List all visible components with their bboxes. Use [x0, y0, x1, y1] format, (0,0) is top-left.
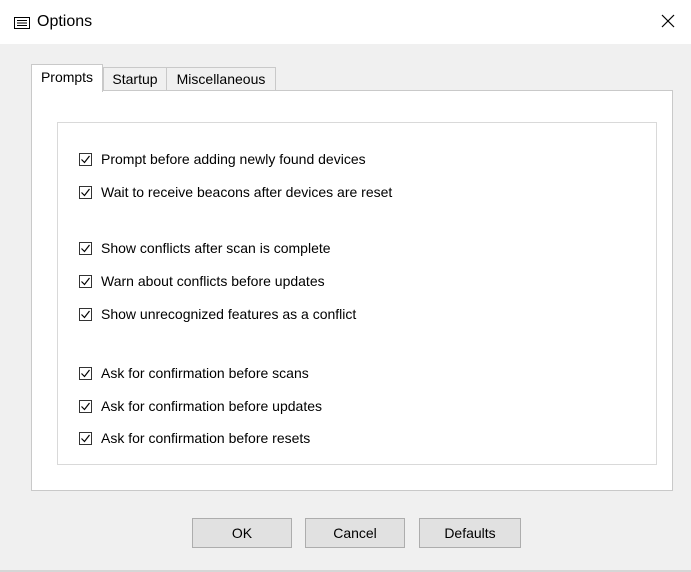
checkbox-label: Prompt before adding newly found devices	[101, 151, 366, 167]
ok-button[interactable]: OK	[192, 518, 292, 548]
title-bar: Options	[0, 0, 691, 44]
tab-label: Startup	[112, 71, 158, 87]
window-title: Options	[37, 13, 93, 30]
option-warn-conflicts[interactable]: Warn about conflicts before updates	[79, 271, 325, 291]
tab-label: Prompts	[40, 69, 94, 85]
checkbox[interactable]	[79, 399, 92, 413]
tab-startup[interactable]: Startup	[103, 67, 167, 91]
checkbox[interactable]	[79, 152, 92, 166]
checkbox-label: Show conflicts after scan is complete	[101, 240, 331, 256]
options-group: Prompt before adding newly found devices…	[57, 122, 657, 465]
close-button[interactable]	[645, 0, 691, 44]
option-wait-beacons[interactable]: Wait to receive beacons after devices ar…	[79, 182, 392, 202]
option-prompt-new-devices[interactable]: Prompt before adding newly found devices	[79, 149, 366, 169]
checkbox[interactable]	[79, 274, 92, 288]
checkbox[interactable]	[79, 366, 92, 380]
tab-label: Miscellaneous	[176, 71, 266, 87]
option-confirm-resets[interactable]: Ask for confirmation before resets	[79, 428, 310, 448]
checkbox-label: Warn about conflicts before updates	[101, 273, 325, 289]
checkbox[interactable]	[79, 241, 92, 255]
option-unrecognized-features[interactable]: Show unrecognized features as a conflict	[79, 304, 356, 324]
cancel-button[interactable]: Cancel	[305, 518, 405, 548]
checkbox-label: Ask for confirmation before resets	[101, 430, 311, 446]
checkbox[interactable]	[79, 185, 92, 199]
checkbox[interactable]	[79, 307, 92, 321]
option-confirm-updates[interactable]: Ask for confirmation before updates	[79, 396, 322, 416]
checkbox-label: Ask for confirmation before updates	[101, 398, 323, 414]
option-show-conflicts-after-scan[interactable]: Show conflicts after scan is complete	[79, 238, 331, 258]
checkbox-label: Ask for confirmation before scans	[101, 365, 309, 381]
checkbox[interactable]	[79, 431, 92, 445]
option-confirm-scans[interactable]: Ask for confirmation before scans	[79, 363, 309, 383]
tab-miscellaneous[interactable]: Miscellaneous	[166, 67, 276, 91]
close-icon	[661, 14, 675, 31]
defaults-button[interactable]: Defaults	[419, 518, 521, 548]
tab-panel-prompts: Prompt before adding newly found devices…	[31, 90, 673, 491]
window-menu-icon[interactable]	[14, 16, 30, 29]
checkbox-label: Wait to receive beacons after devices ar…	[101, 184, 393, 200]
tab-prompts[interactable]: Prompts	[31, 64, 103, 92]
checkbox-label: Show unrecognized features as a conflict	[101, 306, 357, 322]
